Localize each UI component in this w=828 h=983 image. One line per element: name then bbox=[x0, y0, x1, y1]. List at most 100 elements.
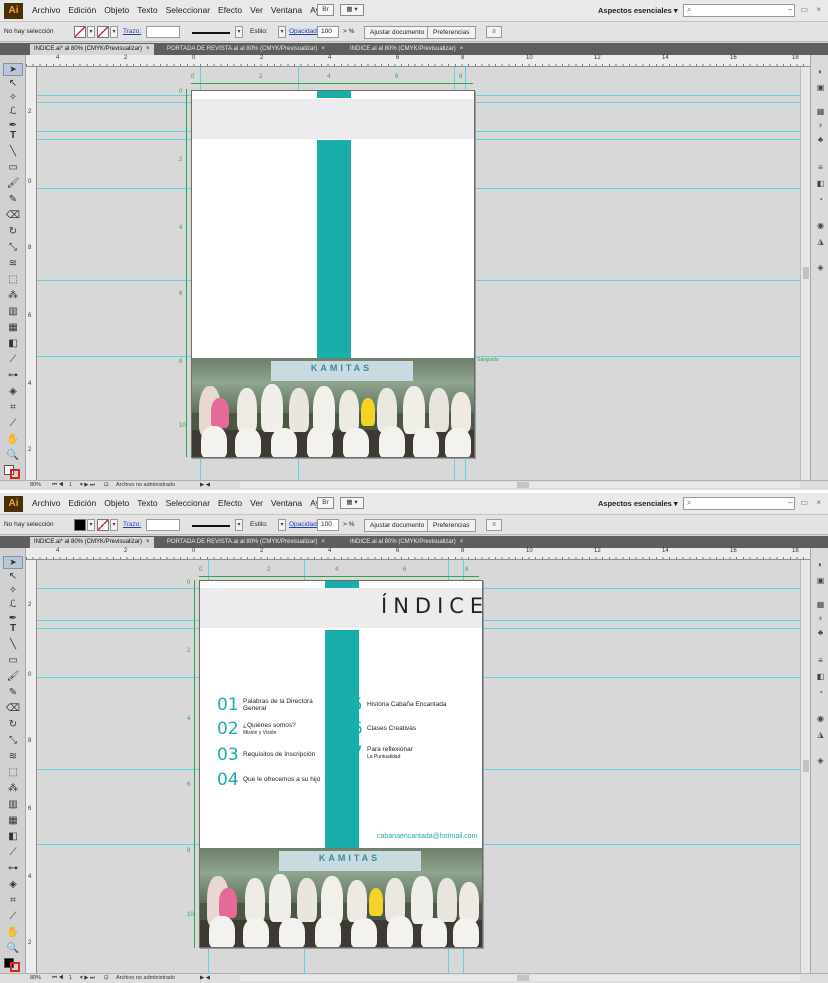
symbol-sprayer-tool-icon[interactable]: ⁂ bbox=[3, 782, 23, 795]
zoom-level[interactable]: 80% bbox=[30, 482, 41, 488]
stroke-swatch[interactable] bbox=[97, 519, 109, 531]
line-tool-icon[interactable]: ╲ bbox=[3, 638, 23, 651]
hand-tool-icon[interactable]: ✋ bbox=[3, 926, 23, 939]
zoom-tool-icon[interactable]: 🔍 bbox=[3, 942, 23, 955]
symbols-panel-icon[interactable]: ♣ bbox=[815, 135, 826, 144]
eraser-tool-icon[interactable]: ⌫ bbox=[3, 209, 23, 222]
window-controls[interactable]: – ▭ × bbox=[788, 5, 824, 14]
search-input[interactable]: ⌕ bbox=[683, 4, 795, 17]
layers-panel-icon[interactable]: ◈ bbox=[815, 756, 826, 765]
close-icon[interactable]: × bbox=[321, 539, 325, 545]
chevron-down-icon[interactable]: ▾ bbox=[235, 26, 243, 38]
paintbrush-tool-icon[interactable]: 🖌 bbox=[3, 177, 23, 190]
gradient-panel-icon[interactable]: ◧ bbox=[815, 179, 826, 188]
stroke-swatch[interactable] bbox=[97, 26, 109, 38]
tab-indice-modified[interactable]: INDICE.ai* al 80% (CMYK/Previsualizar) × bbox=[30, 44, 154, 55]
tab-indice-modified[interactable]: INDICE.ai* al 80% (CMYK/Previsualizar) × bbox=[30, 537, 154, 548]
horizontal-scrollbar[interactable] bbox=[240, 482, 800, 488]
fill-swatch[interactable] bbox=[74, 519, 86, 531]
chevron-down-icon[interactable]: ▾ bbox=[278, 26, 286, 38]
menu-edicion[interactable]: Edición bbox=[68, 4, 96, 16]
color-guide-icon[interactable]: ▣ bbox=[815, 576, 826, 585]
menu-efecto[interactable]: Efecto bbox=[218, 4, 242, 16]
lasso-tool-icon[interactable]: ℒ bbox=[3, 598, 23, 611]
gradient-tool-icon[interactable]: ◧ bbox=[3, 337, 23, 350]
next-page-button[interactable]: ▾ ▶ ⏭ bbox=[80, 482, 95, 489]
symbol-sprayer-tool-icon[interactable]: ⁂ bbox=[3, 289, 23, 302]
blend-tool-icon[interactable]: ⊶ bbox=[3, 369, 23, 382]
menu-ventana[interactable]: Ventana bbox=[271, 4, 302, 16]
rotate-tool-icon[interactable]: ↻ bbox=[3, 225, 23, 238]
menu-edicion[interactable]: Edición bbox=[68, 497, 96, 509]
first-page-button[interactable]: ⏮ ◀ bbox=[52, 482, 63, 489]
panel-menu-icon[interactable]: ≡ bbox=[486, 26, 502, 38]
close-icon[interactable]: × bbox=[460, 46, 464, 52]
menu-ventana[interactable]: Ventana bbox=[271, 497, 302, 509]
rotate-tool-icon[interactable]: ↻ bbox=[3, 718, 23, 731]
column-graph-tool-icon[interactable]: ▥ bbox=[3, 798, 23, 811]
scrollbar-thumb[interactable] bbox=[517, 975, 529, 981]
preferences-button[interactable]: Preferencias bbox=[427, 519, 476, 532]
slice-tool-icon[interactable]: ⟋ bbox=[3, 910, 23, 923]
gradient-panel-icon[interactable]: ◧ bbox=[815, 672, 826, 681]
canvas[interactable]: 0 2 4 6 8 0 2 4 6 8 10 ÍNDICE 01 Palabra… bbox=[37, 560, 810, 973]
fit-document-button[interactable]: Ajustar documento bbox=[364, 26, 431, 39]
artboard[interactable]: KAMITAS bbox=[191, 90, 475, 458]
chevron-down-icon[interactable]: ▾ bbox=[110, 519, 118, 531]
slice-tool-icon[interactable]: ⟋ bbox=[3, 417, 23, 430]
canvas[interactable]: 0 2 4 6 8 0 2 4 6 8 10 KAMITAS Sangrado bbox=[37, 67, 810, 480]
gradient-tool-icon[interactable]: ◧ bbox=[3, 830, 23, 843]
chevron-down-icon[interactable]: ▾ bbox=[110, 26, 118, 38]
bridge-button[interactable]: Br bbox=[317, 497, 334, 509]
free-transform-tool-icon[interactable]: ⬚ bbox=[3, 766, 23, 779]
stroke-color-swatch[interactable] bbox=[10, 962, 20, 972]
blend-tool-icon[interactable]: ⊶ bbox=[3, 862, 23, 875]
color-guide-icon[interactable]: ▣ bbox=[815, 83, 826, 92]
menu-seleccionar[interactable]: Seleccionar bbox=[166, 4, 210, 16]
layers-panel-icon[interactable]: ◈ bbox=[815, 263, 826, 272]
bridge-button[interactable]: Br bbox=[317, 4, 334, 16]
stroke-label[interactable]: Trazo: bbox=[123, 28, 141, 35]
search-input[interactable]: ⌕ bbox=[683, 497, 795, 510]
vertical-scrollbar[interactable] bbox=[800, 560, 810, 973]
chevron-down-icon[interactable]: ▾ bbox=[278, 519, 286, 531]
scrollbar-thumb[interactable] bbox=[517, 482, 529, 488]
tab-portada[interactable]: PORTADA DE REVISTA.ai al 80% (CMYK/Previ… bbox=[163, 537, 329, 548]
close-icon[interactable]: × bbox=[146, 539, 150, 545]
column-graph-tool-icon[interactable]: ▥ bbox=[3, 305, 23, 318]
panel-menu-icon[interactable]: ≡ bbox=[486, 519, 502, 531]
vertical-ruler[interactable]: 2 0 8 6 4 2 bbox=[26, 560, 37, 973]
magic-wand-tool-icon[interactable]: ✧ bbox=[3, 91, 23, 104]
chevron-down-icon[interactable]: ▾ bbox=[87, 26, 95, 38]
scale-tool-icon[interactable]: ⤡ bbox=[3, 241, 23, 254]
artboard[interactable]: ÍNDICE 01 Palabras de la Directora Gener… bbox=[199, 580, 483, 948]
line-tool-icon[interactable]: ╲ bbox=[3, 145, 23, 158]
status-toggle-icon[interactable]: ⊡ bbox=[104, 482, 109, 488]
close-icon[interactable]: × bbox=[146, 46, 150, 52]
fill-swatch[interactable] bbox=[74, 26, 86, 38]
arrange-documents-button[interactable]: ▦ ▾ bbox=[340, 4, 364, 16]
workspace-switcher[interactable]: Aspectos esenciales ▾ bbox=[598, 499, 678, 508]
menu-objeto[interactable]: Objeto bbox=[104, 4, 129, 16]
scale-tool-icon[interactable]: ⤡ bbox=[3, 734, 23, 747]
page-number[interactable]: 1 bbox=[69, 482, 72, 488]
mesh-tool-icon[interactable]: ▦ bbox=[3, 321, 23, 334]
stroke-label[interactable]: Trazo: bbox=[123, 521, 141, 528]
fit-document-button[interactable]: Ajustar documento bbox=[364, 519, 431, 532]
appearance-panel-icon[interactable]: ◉ bbox=[815, 714, 826, 723]
menu-texto[interactable]: Texto bbox=[137, 4, 157, 16]
appearance-panel-icon[interactable]: ◉ bbox=[815, 221, 826, 230]
opacity-label[interactable]: Opacidad: bbox=[289, 521, 319, 528]
scrollbar-thumb[interactable] bbox=[803, 760, 809, 772]
brushes-panel-icon[interactable]: ♆ bbox=[815, 614, 826, 623]
status-toggle-icon[interactable]: ⊡ bbox=[104, 975, 109, 981]
horizontal-ruler[interactable]: 4 2 0 2 4 6 8 10 12 14 16 18 bbox=[26, 55, 810, 67]
stroke-profile-preview[interactable] bbox=[192, 525, 230, 527]
magic-wand-tool-icon[interactable]: ✧ bbox=[3, 584, 23, 597]
scrollbar-thumb[interactable] bbox=[803, 267, 809, 279]
chevron-down-icon[interactable]: ▾ bbox=[235, 519, 243, 531]
type-tool-icon[interactable]: T bbox=[3, 622, 23, 635]
horizontal-ruler[interactable]: 4 2 0 2 4 6 8 10 12 14 16 18 bbox=[26, 548, 810, 560]
tab-indice[interactable]: INDICE.ai al 80% (CMYK/Previsualizar) × bbox=[346, 537, 467, 548]
live-paint-tool-icon[interactable]: ◈ bbox=[3, 385, 23, 398]
